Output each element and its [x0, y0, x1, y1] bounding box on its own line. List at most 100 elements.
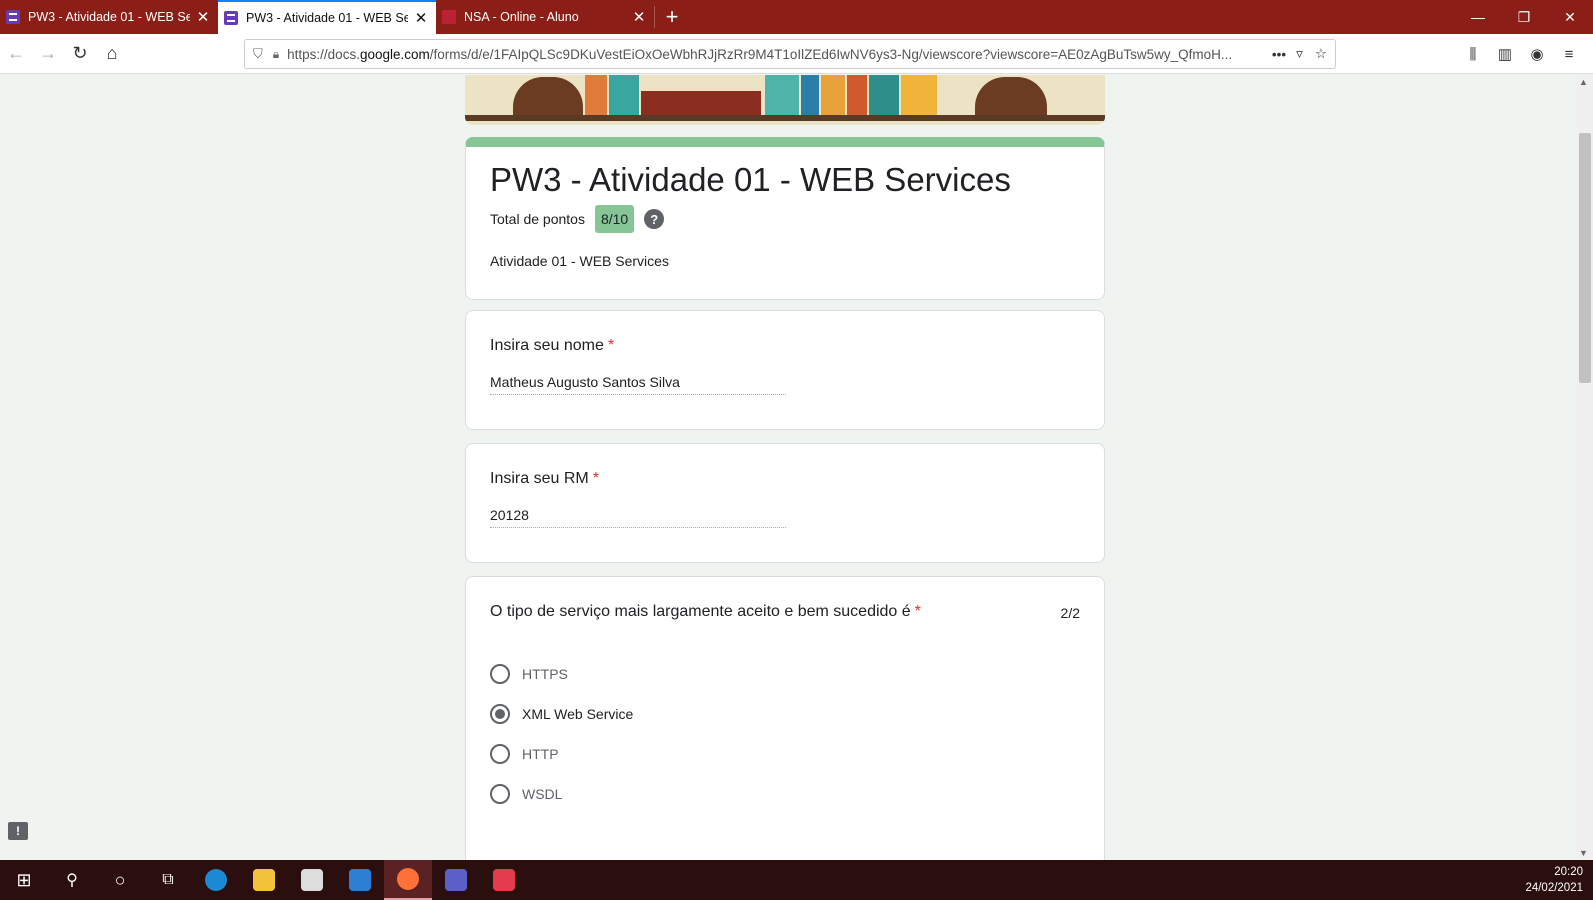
pocket-app-icon[interactable] [480, 860, 528, 900]
firefox-icon[interactable] [384, 860, 432, 900]
url-suffix: /forms/d/e/1FAIpQLSc9DKuVestEiOxOeWbhRJj… [429, 46, 1233, 62]
tab-nsa[interactable]: NSA - Online - Aluno ✕ [436, 0, 654, 34]
answer-text: 20128 [490, 507, 786, 528]
form-description: Atividade 01 - WEB Services [490, 253, 669, 269]
teams-icon[interactable] [432, 860, 480, 900]
pocket-icon[interactable]: ▿ [1296, 46, 1303, 62]
lock-icon[interactable]: 🔒︎ [273, 47, 279, 62]
points-label: Total de pontos [490, 211, 585, 227]
feedback-icon[interactable]: ! [8, 822, 28, 840]
windows-start-icon[interactable]: ⊞ [0, 860, 48, 900]
question-card-name: Insira seu nome * Matheus Augusto Santos … [465, 310, 1105, 430]
google-forms-icon [224, 11, 238, 25]
page-actions-menu[interactable]: ••• [1272, 47, 1286, 62]
banner-decoration [465, 115, 1105, 121]
scroll-down-icon[interactable]: ▼ [1579, 848, 1588, 858]
page-viewport: PW3 - Atividade 01 - WEB Services Total … [0, 75, 1575, 860]
forward-button[interactable]: → [32, 38, 64, 70]
close-icon[interactable]: ✕ [630, 8, 648, 26]
banner-decoration [821, 75, 845, 115]
banner-decoration [869, 75, 899, 115]
browser-toolbar: ← → ↻ ⌂ ⛉ 🔒︎ https://docs.google.com/for… [0, 34, 1593, 74]
required-mark: * [592, 470, 599, 487]
option-label: WSDL [522, 786, 563, 802]
banner-decoration [765, 75, 799, 115]
reload-button[interactable]: ↻ [64, 38, 96, 70]
tab-label: PW3 - Atividade 01 - WEB Servi [28, 10, 190, 24]
required-mark: * [607, 337, 615, 354]
back-button[interactable]: ← [0, 38, 32, 70]
question-card-rm: Insira seu RM * 20128 [465, 443, 1105, 563]
option-xml-web-service: XML Web Service [490, 704, 633, 724]
option-label: XML Web Service [522, 706, 634, 722]
question-title: Insira seu RM * [490, 470, 599, 488]
radio-button [490, 744, 510, 764]
question-title: O tipo de serviço mais largamente aceito… [490, 603, 921, 621]
option-label: HTTP [522, 746, 559, 762]
question-card-service-type: O tipo de serviço mais largamente aceito… [465, 576, 1105, 860]
task-view-icon[interactable]: ⧉ [144, 860, 192, 900]
banner-decoration [513, 77, 583, 115]
clock-date: 24/02/2021 [1525, 882, 1583, 894]
restore-button[interactable]: ❐ [1501, 0, 1547, 34]
answer-text: Matheus Augusto Santos Silva [490, 374, 786, 395]
tab-forms-1[interactable]: PW3 - Atividade 01 - WEB Servi ✕ [0, 0, 218, 34]
banner-decoration [641, 91, 761, 115]
banner-decoration [847, 75, 867, 115]
store-icon[interactable] [288, 860, 336, 900]
mail-icon[interactable] [336, 860, 384, 900]
scroll-up-icon[interactable]: ▲ [1579, 77, 1588, 87]
account-icon[interactable]: ◉ [1521, 38, 1553, 70]
required-mark: * [914, 603, 921, 620]
bookmark-star-icon[interactable]: ☆ [1315, 46, 1327, 62]
cortana-icon[interactable]: ○ [96, 860, 144, 900]
search-icon[interactable]: ⚲ [48, 860, 96, 900]
option-http: HTTP [490, 744, 559, 764]
question-title-text: Insira seu RM [490, 470, 589, 487]
window-controls: — ❐ ✕ [1455, 0, 1593, 34]
help-icon[interactable]: ? [644, 209, 665, 229]
url-prefix: https://docs. [287, 46, 360, 62]
scrollbar-thumb[interactable] [1579, 133, 1591, 383]
page-scrollbar[interactable]: ▲ ▼ [1575, 75, 1593, 860]
banner-decoration [801, 75, 819, 115]
option-https: HTTPS [490, 664, 568, 684]
library-icon[interactable]: ⫼ [1457, 38, 1489, 70]
url-domain: google.com [359, 46, 430, 62]
radio-button [490, 664, 510, 684]
address-bar[interactable]: ⛉ 🔒︎ https://docs.google.com/forms/d/e/1… [244, 39, 1336, 69]
option-wsdl: WSDL [490, 784, 562, 804]
banner-decoration [585, 75, 607, 115]
clock-time: 20:20 [1554, 866, 1583, 878]
shield-icon[interactable]: ⛉ [253, 46, 263, 62]
tab-label: NSA - Online - Aluno [464, 10, 579, 24]
google-forms-icon [6, 10, 20, 24]
radio-button-selected [490, 704, 510, 724]
question-title: Insira seu nome * [490, 337, 614, 355]
url-text[interactable]: https://docs.google.com/forms/d/e/1FAIpQ… [287, 47, 1262, 62]
radio-button [490, 784, 510, 804]
new-tab-button[interactable]: + [655, 0, 689, 34]
close-window-button[interactable]: ✕ [1547, 0, 1593, 34]
minimize-button[interactable]: — [1455, 0, 1501, 34]
tab-forms-2[interactable]: PW3 - Atividade 01 - WEB Servi ✕ [218, 0, 436, 34]
nsa-icon [442, 10, 456, 24]
windows-taskbar: ⊞ ⚲ ○ ⧉ 20:20 24/02/2021 [0, 860, 1593, 900]
close-icon[interactable]: ✕ [412, 9, 430, 27]
sidebar-icon[interactable]: ▥ [1489, 38, 1521, 70]
system-clock[interactable]: 20:20 24/02/2021 [1525, 864, 1583, 896]
banner-decoration [609, 75, 639, 115]
form-header-image [465, 75, 1105, 125]
edge-icon[interactable] [192, 860, 240, 900]
banner-decoration [975, 77, 1047, 115]
close-icon[interactable]: ✕ [194, 8, 212, 26]
form-title: PW3 - Atividade 01 - WEB Services [490, 161, 1011, 198]
file-explorer-icon[interactable] [240, 860, 288, 900]
question-title-text: O tipo de serviço mais largamente aceito… [490, 603, 911, 620]
menu-icon[interactable]: ≡ [1553, 38, 1585, 70]
browser-tab-strip: PW3 - Atividade 01 - WEB Servi ✕ PW3 - A… [0, 0, 1593, 34]
home-button[interactable]: ⌂ [96, 38, 128, 70]
question-title-text: Insira seu nome [490, 337, 604, 354]
form-header-card: PW3 - Atividade 01 - WEB Services Total … [465, 137, 1105, 300]
points-badge: 8/10 [594, 205, 635, 233]
